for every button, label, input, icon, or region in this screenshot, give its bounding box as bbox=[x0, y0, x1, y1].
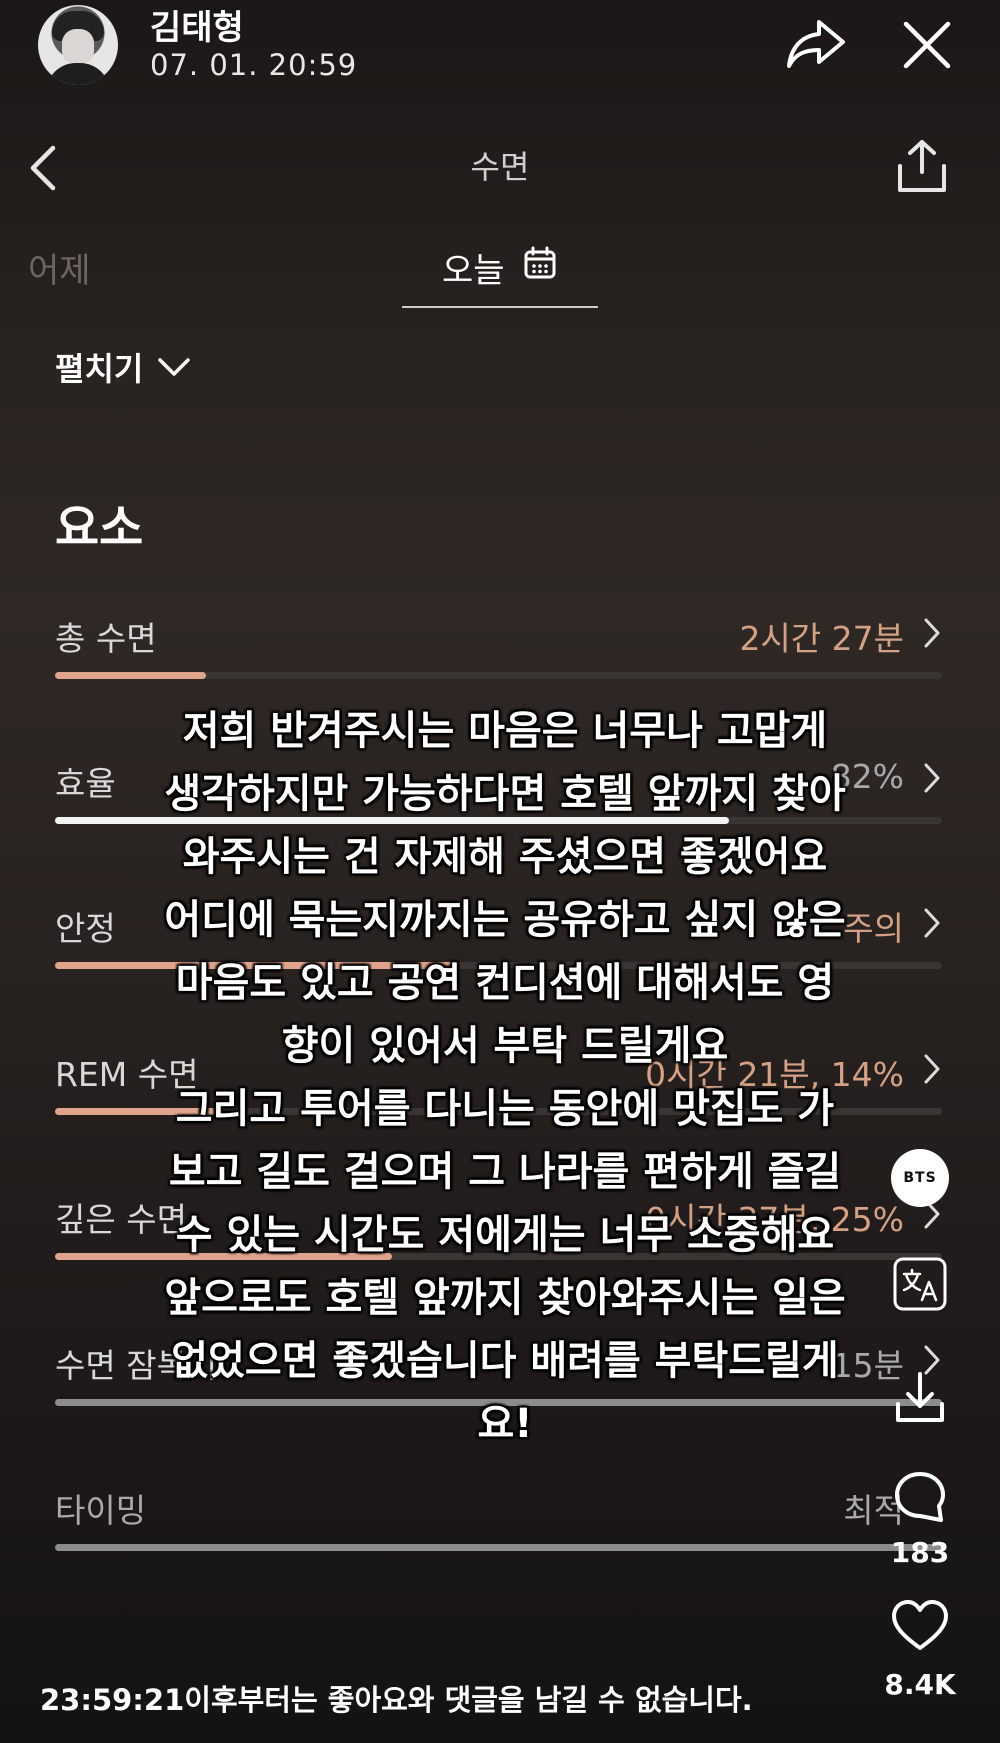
footer-notice: 23:59:21이후부터는 좋아요와 댓글을 남길 수 없습니다. bbox=[40, 1683, 753, 1717]
chevron-right-icon bbox=[924, 618, 940, 648]
username[interactable]: 김태형 bbox=[150, 0, 244, 49]
caption-line: 앞으로도 호텔 앞까지 찾아와주시는 일은 bbox=[164, 1275, 846, 1321]
caption-line: 없었으면 좋겠습니다 배려를 부탁드릴게 bbox=[171, 1338, 839, 1384]
metric-label: 효율 bbox=[55, 764, 116, 803]
like-count: 8.4K bbox=[884, 1668, 956, 1701]
download-button[interactable] bbox=[894, 1370, 946, 1426]
caption-line: 그리고 투어를 다니는 동안에 맛집도 가 bbox=[175, 1086, 835, 1132]
metric-bar-fill bbox=[55, 672, 206, 679]
close-button[interactable] bbox=[900, 18, 954, 72]
close-icon bbox=[903, 21, 951, 69]
metric-bar-fill bbox=[55, 1544, 942, 1551]
tab-today[interactable]: 오늘 bbox=[402, 218, 598, 308]
avatar[interactable] bbox=[38, 5, 118, 85]
tab-active-underline bbox=[402, 306, 598, 308]
chevron-right-icon bbox=[924, 763, 940, 793]
app-frame: 김태형 07. 01. 20:59 수면 어제 오늘 펼치기 요소 총 수면 2… bbox=[0, 0, 1000, 1743]
export-icon bbox=[898, 140, 946, 192]
calendar-icon bbox=[524, 246, 556, 279]
metric-label: 총 수면 bbox=[55, 619, 157, 658]
caption-line: 와주시는 건 자제해 주셨으면 좋겠어요 bbox=[182, 834, 828, 880]
avatar-shoulder bbox=[46, 63, 110, 85]
post-timestamp: 07. 01. 20:59 bbox=[150, 48, 358, 82]
metric-label: 안정 bbox=[55, 909, 116, 948]
chevron-right-icon bbox=[924, 908, 940, 938]
expand-label: 펼치기 bbox=[55, 350, 144, 388]
translate-icon bbox=[893, 1257, 947, 1311]
comment-icon bbox=[895, 1472, 945, 1522]
caption-line: 저희 반겨주시는 마음은 너무나 고맙게 bbox=[182, 708, 828, 754]
metric-label: 타이밍 bbox=[55, 1491, 147, 1530]
tab-yesterday[interactable]: 어제 bbox=[28, 243, 91, 292]
caption-line: 마음도 있고 공연 컨디션에 대해서도 영 bbox=[175, 960, 835, 1006]
comment-button[interactable] bbox=[893, 1470, 947, 1524]
caption-line: 생각하지만 가능하다면 호텔 앞까지 찾아 bbox=[164, 771, 846, 817]
section-title: 요소 bbox=[55, 500, 144, 556]
avatar-face bbox=[62, 29, 94, 65]
heart-icon bbox=[892, 1600, 948, 1650]
metric-bar-track bbox=[55, 672, 942, 679]
metric-bar-track bbox=[55, 1544, 942, 1551]
download-icon bbox=[896, 1372, 944, 1422]
export-button[interactable] bbox=[895, 138, 949, 194]
chevron-down-icon bbox=[158, 358, 191, 376]
page-title: 수면 bbox=[470, 148, 530, 186]
share-icon bbox=[787, 20, 845, 68]
metric-total-sleep[interactable]: 총 수면 2시간 27분 bbox=[55, 612, 942, 702]
share-button[interactable] bbox=[785, 18, 847, 70]
caption-line: 수 있는 시간도 저에게는 너무 소중해요 bbox=[175, 1212, 835, 1258]
caption-line: 보고 길도 걸으며 그 나라를 편하게 즐길 bbox=[168, 1149, 842, 1195]
caption-line: 요! bbox=[477, 1401, 533, 1447]
tab-today-label: 오늘 bbox=[442, 251, 505, 291]
caption-overlay: 저희 반겨주시는 마음은 너무나 고맙게 생각하지만 가능하다면 호텔 앞까지 … bbox=[140, 700, 870, 1456]
caption-line: 향이 있어서 부탁 드릴게요 bbox=[281, 1023, 729, 1069]
metric-value: 2시간 27분 bbox=[739, 619, 904, 658]
chevron-right-icon bbox=[924, 1054, 940, 1084]
metric-timing[interactable]: 타이밍 최적 bbox=[55, 1484, 942, 1574]
expand-toggle[interactable]: 펼치기 bbox=[55, 345, 191, 389]
like-button[interactable] bbox=[890, 1598, 950, 1654]
artist-badge[interactable]: BTS bbox=[891, 1149, 949, 1207]
comment-count: 183 bbox=[890, 1536, 950, 1569]
translate-button[interactable] bbox=[892, 1256, 948, 1312]
caption-line: 어디에 묵는지까지는 공유하고 싶지 않은 bbox=[164, 897, 846, 943]
